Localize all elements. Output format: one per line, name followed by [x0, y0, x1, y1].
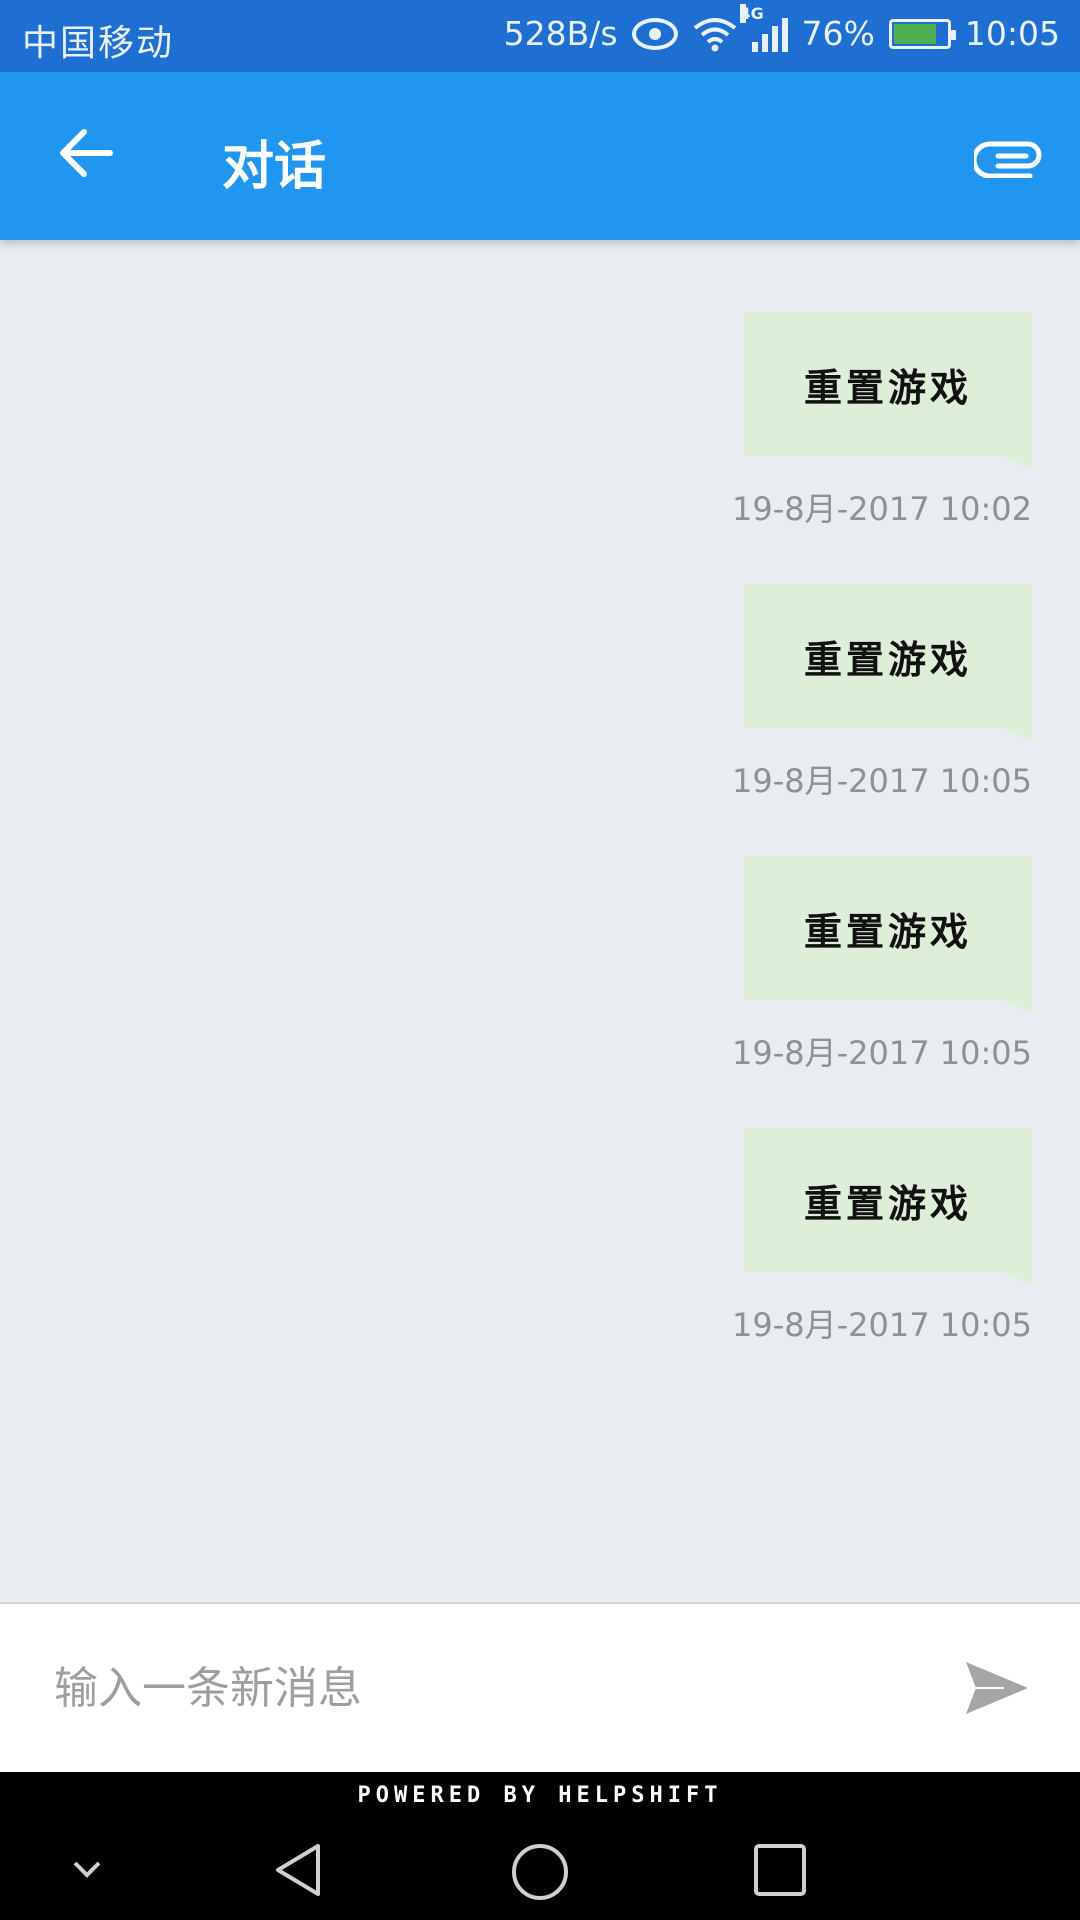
- message-composer: [0, 1602, 1080, 1774]
- status-icons: 528B/s 4G 76% 10:05: [503, 3, 1060, 53]
- battery-icon: [888, 18, 956, 49]
- eye-comfort-icon: [631, 17, 678, 50]
- message-bubble[interactable]: 重置游戏: [744, 312, 1032, 470]
- message-item: 重置游戏 19-8月-2017 10:05: [732, 1128, 1032, 1344]
- message-item: 重置游戏 19-8月-2017 10:02: [732, 312, 1032, 528]
- message-item: 重置游戏 19-8月-2017 10:05: [732, 584, 1032, 800]
- message-list[interactable]: 重置游戏 19-8月-2017 10:02 重置游戏 19-8月-2017 10…: [0, 240, 1080, 1602]
- battery-percent: 76%: [801, 14, 875, 53]
- recents-square-icon[interactable]: [752, 1842, 808, 1898]
- chevron-down-icon[interactable]: [72, 1858, 102, 1880]
- status-bar: 中国移动 528B/s 4G 76% 10:05: [0, 0, 1080, 72]
- network-type: 4G: [739, 3, 764, 23]
- send-icon[interactable]: [964, 1660, 1030, 1716]
- message-bubble[interactable]: 重置游戏: [744, 856, 1032, 1014]
- message-bubble[interactable]: 重置游戏: [744, 584, 1032, 742]
- app-bar: 对话: [0, 72, 1080, 240]
- arrow-left-icon[interactable]: [54, 120, 120, 186]
- message-timestamp: 19-8月-2017 10:05: [731, 1034, 1032, 1072]
- wifi-icon: [693, 17, 736, 51]
- home-circle-icon[interactable]: [510, 1842, 570, 1902]
- message-input[interactable]: [52, 1652, 916, 1724]
- message-bubble[interactable]: 重置游戏: [744, 1128, 1032, 1286]
- cell-signal-icon: 4G: [739, 3, 788, 52]
- page-title: 对话: [222, 137, 327, 197]
- powered-by-label: POWERED BY HELPSHIFT: [0, 1772, 1080, 1820]
- back-triangle-icon[interactable]: [272, 1842, 328, 1898]
- message-timestamp: 19-8月-2017 10:05: [731, 762, 1032, 800]
- system-nav-bar: [0, 1820, 1080, 1920]
- message-timestamp: 19-8月-2017 10:05: [731, 1306, 1032, 1344]
- message-timestamp: 19-8月-2017 10:02: [731, 490, 1032, 528]
- net-speed: 528B/s: [503, 14, 618, 53]
- clock: 10:05: [964, 14, 1060, 53]
- message-item: 重置游戏 19-8月-2017 10:05: [732, 856, 1032, 1072]
- paperclip-icon[interactable]: [974, 132, 1044, 178]
- carrier-name: 中国移动: [22, 23, 175, 64]
